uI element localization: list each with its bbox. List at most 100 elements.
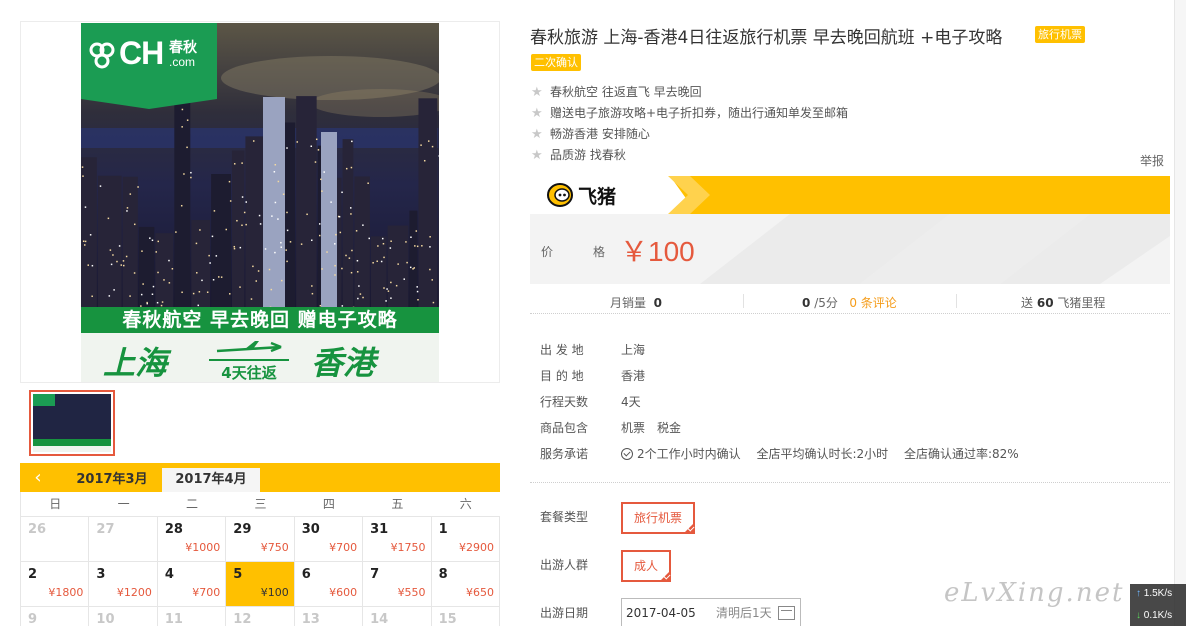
star-icon: ★	[531, 85, 543, 100]
calendar-day[interactable]: 30 ¥700	[294, 517, 364, 562]
upload-value: 1.5K/s	[1143, 588, 1173, 599]
calendar-day[interactable]: 7 ¥550	[363, 562, 432, 607]
tab-month-april[interactable]: 2017年4月	[162, 468, 260, 492]
prop-value: 上海	[621, 343, 646, 357]
package-option-text: 旅行机票	[634, 511, 683, 525]
calendar-day-number: 14	[370, 612, 389, 626]
stats-divider	[743, 294, 744, 308]
logo-domain-text: .com	[169, 55, 196, 69]
calendar-day-number: 29	[233, 522, 252, 537]
calendar-day[interactable]: 28 ¥1000	[157, 517, 227, 562]
traveler-type-label: 出游人群	[540, 558, 589, 572]
logo-chinese-text: 春秋	[169, 40, 197, 56]
calendar-grid: 26 27 28 ¥1000 29 ¥750 30 ¥700 31 ¥1750 1 ¥2900 2 ¥18…	[20, 517, 500, 626]
calendar-day-number: 4	[164, 567, 174, 582]
sales-stats: 月销量 0 0 /5分 0 条评论 送 60 飞猪里程	[530, 290, 1170, 314]
prop-key: 服务承诺	[540, 447, 589, 461]
selected-check-icon	[663, 572, 671, 580]
weekday-label: 一	[117, 497, 130, 511]
calendar-day[interactable]: 29 ¥750	[226, 517, 295, 562]
feature-text: 赠送电子旅游攻略+电子折扣券，随出行通知单发至邮箱	[550, 106, 849, 120]
date-value: 2017-04-05	[626, 606, 696, 620]
download-speed: ↓ 0.1K/s	[1136, 610, 1172, 621]
monthly-sales-label: 月销量	[610, 296, 647, 310]
calendar-day[interactable]: 1 ¥2900	[431, 517, 500, 562]
calendar-day-price: ¥650	[466, 586, 494, 599]
prop-key: 目 的 地	[540, 369, 584, 383]
thumbnail-1[interactable]	[29, 390, 115, 456]
calendar-weekdays: 日 一 二 三 四 五 六	[20, 492, 500, 517]
calendar-day: 13	[294, 607, 364, 626]
rating-suffix: /5分	[814, 296, 838, 310]
route-duration: 4天往返	[209, 359, 289, 382]
calendar-day[interactable]: 2 ¥1800	[21, 562, 90, 607]
price-calendar: ‹ 2017年3月 2017年4月 日 一 二 三 四 五 六 26 27 28 ¥1…	[20, 463, 500, 626]
calendar-icon[interactable]	[778, 606, 795, 620]
calendar-day-price: ¥2900	[459, 541, 494, 554]
calendar-day: 27	[89, 517, 158, 562]
calendar-day-price: ¥1000	[185, 541, 221, 554]
prop-key: 商品包含	[540, 421, 589, 435]
network-speed-widget: ↑ 1.5K/s ↓ 0.1K/s	[1130, 584, 1186, 626]
poster-banner: 春秋航空 早去晚回 赠电子攻略	[81, 307, 439, 333]
traveler-option-adult[interactable]: 成人	[621, 550, 672, 582]
logo-brand-text: CH	[119, 35, 164, 71]
tag-flight-ticket: 旅行机票	[1035, 26, 1085, 43]
calendar-day[interactable]: 31 ¥1750	[363, 517, 432, 562]
section-divider	[530, 482, 1170, 483]
product-title: 春秋旅游 上海-香港4日往返旅行机票 早去晚回航班 +电子攻略	[530, 28, 1003, 48]
tag-second-confirm: 二次确认	[531, 54, 581, 71]
feature-text: 春秋航空 往返直飞 早去晚回	[550, 85, 702, 99]
calendar-day-selected[interactable]: 5 ¥100	[226, 562, 295, 607]
miles-value: 60	[1036, 296, 1054, 310]
report-link[interactable]: 举报	[1140, 152, 1164, 169]
feature-item: ★ 赠送电子旅游攻略+电子折扣券，随出行通知单发至邮箱	[531, 103, 848, 124]
calendar-day-price: ¥100	[260, 586, 289, 599]
tab-month-march[interactable]: 2017年3月	[63, 468, 161, 492]
calendar-day: 26	[21, 517, 90, 562]
plane-icon	[216, 341, 282, 353]
price-panel: 飞猪 价 格 ￥100	[530, 176, 1170, 284]
prop-value-service: 2个工作小时内确认 全店平均确认时长:2小时 全店确认通过率:82%	[621, 445, 1019, 462]
prop-value: 2个工作小时内确认 全店平均确认时长:2小时 全店确认通过率:82%	[637, 447, 1019, 461]
calendar-day-price: ¥1750	[390, 541, 426, 554]
calendar-day-number: 27	[96, 522, 115, 537]
calendar-day: 15	[431, 607, 500, 626]
calendar-day[interactable]: 4 ¥700	[157, 562, 227, 607]
thumbnail-image	[33, 394, 111, 452]
prop-value: 香港	[621, 369, 646, 383]
calendar-day[interactable]: 8 ¥650	[431, 562, 500, 607]
calendar-day[interactable]: 3 ¥1200	[89, 562, 158, 607]
monthly-sales: 月销量 0	[610, 294, 662, 311]
calendar-day-price: ¥1200	[116, 586, 152, 599]
travel-date-label: 出游日期	[540, 606, 589, 620]
monthly-sales-value: 0	[653, 296, 663, 310]
calendar-day-number: 2	[28, 567, 38, 582]
weekday-label: 二	[186, 497, 199, 511]
calendar-day: 11	[157, 607, 227, 626]
calendar-day[interactable]: 6 ¥600	[294, 562, 364, 607]
feature-text: 品质游 找春秋	[550, 148, 626, 162]
main-product-image[interactable]: CH 春秋 .com 春秋航空 早去晚回 赠电子攻略 上海 4天往返 香港	[81, 23, 439, 382]
chunqiu-logo: CH 春秋 .com	[81, 23, 217, 109]
calendar-day: 9	[21, 607, 90, 626]
calendar-day-number: 15	[438, 612, 457, 626]
feature-item: ★ 品质游 找春秋	[531, 145, 848, 166]
package-option-flight[interactable]: 旅行机票	[621, 502, 696, 534]
upload-speed: ↑ 1.5K/s	[1136, 588, 1172, 599]
feature-list: ★ 春秋航空 往返直飞 早去晚回 ★ 赠送电子旅游攻略+电子折扣券，随出行通知单发至…	[531, 82, 848, 166]
chevron-left-icon[interactable]: ‹	[20, 463, 56, 492]
travel-date-input[interactable]: 2017-04-05 清明后1天	[621, 598, 801, 626]
calendar-day: 10	[89, 607, 158, 626]
route-origin: 上海	[103, 344, 168, 382]
traveler-option-text: 成人	[634, 559, 659, 573]
calendar-day-number: 8	[438, 567, 448, 582]
calendar-day-price: ¥750	[260, 541, 289, 554]
rating-value: 0	[802, 296, 811, 310]
reviews-link[interactable]: 0 条评论	[849, 296, 896, 310]
calendar-day-number: 30	[301, 522, 320, 537]
feature-item: ★ 春秋航空 往返直飞 早去晚回	[531, 82, 848, 103]
weekday-label: 四	[322, 497, 335, 511]
product-gallery: CH 春秋 .com 春秋航空 早去晚回 赠电子攻略 上海 4天往返 香港	[20, 21, 500, 383]
page-scrollbar[interactable]	[1174, 0, 1186, 626]
